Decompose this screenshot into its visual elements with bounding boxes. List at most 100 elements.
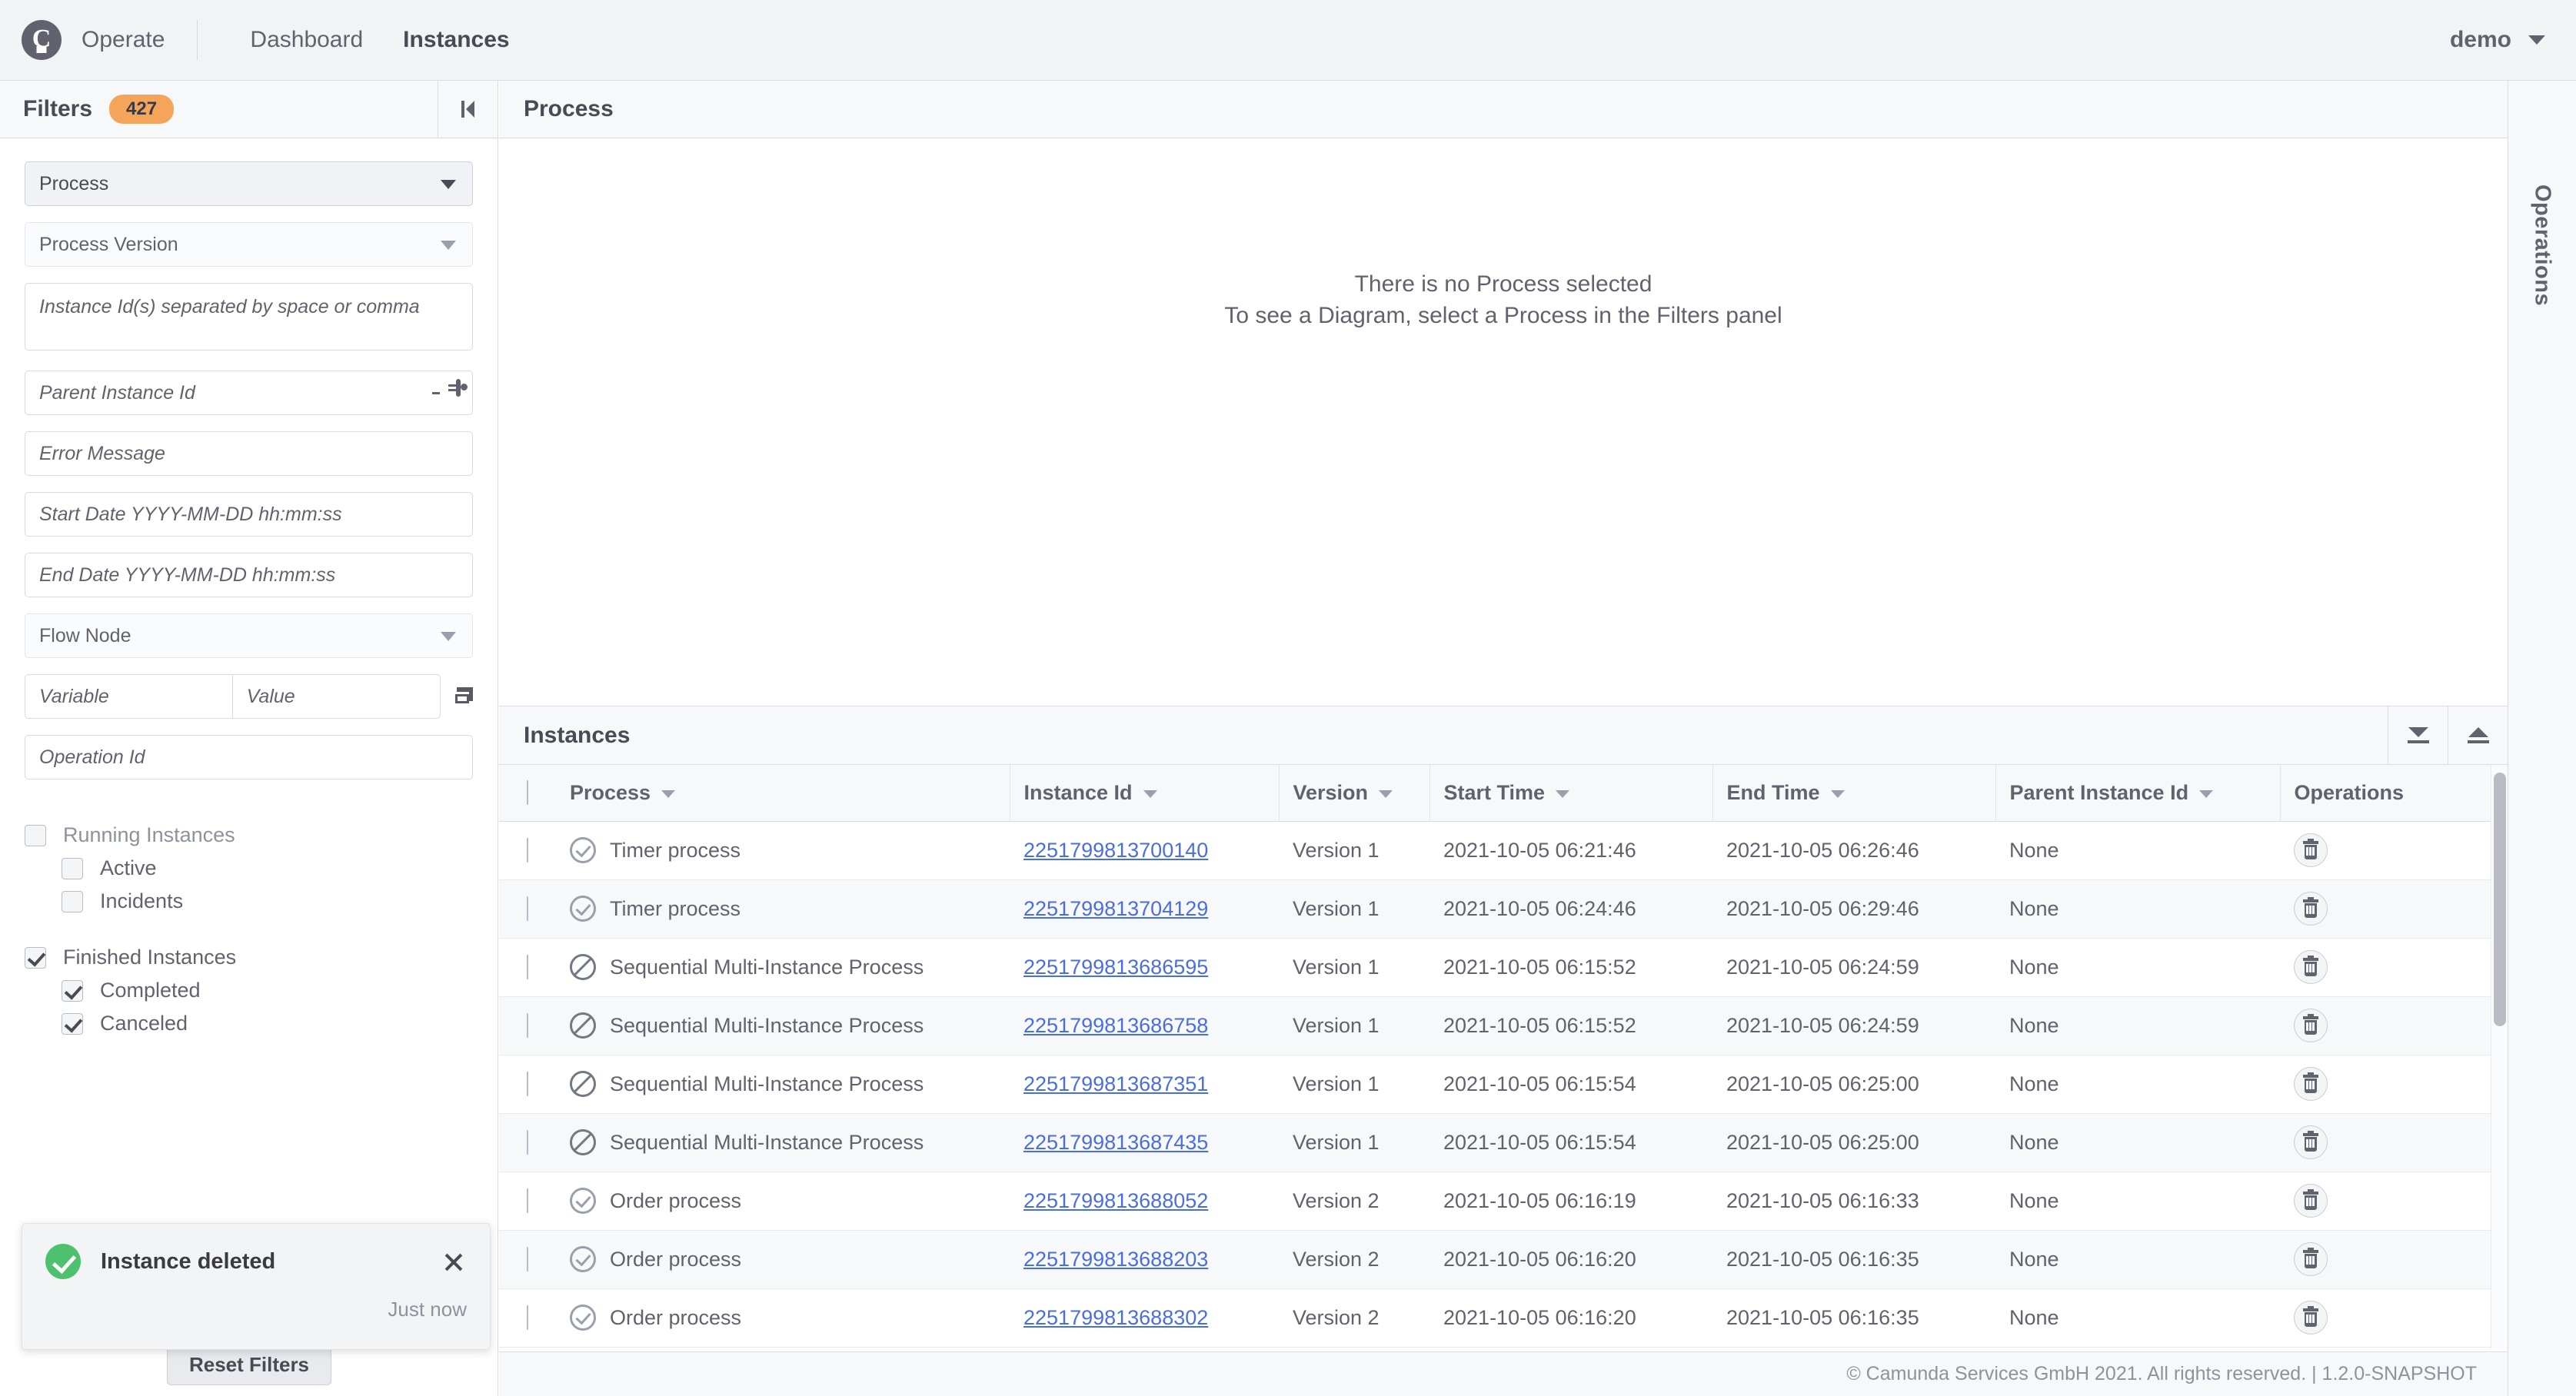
delete-instance-button[interactable] [2294, 1125, 2328, 1159]
instance-id-link[interactable]: 2251799813688302 [1023, 1306, 1208, 1329]
instance-id-link[interactable]: 2251799813704129 [1023, 897, 1208, 920]
error-message-input[interactable] [25, 431, 473, 476]
column-header-parent-instance-id[interactable]: Parent Instance Id [1995, 765, 2280, 821]
checkbox-finished-instances[interactable]: Finished Instances [25, 946, 473, 969]
table-row[interactable]: Order process2251799813688302Version 220… [499, 1288, 2491, 1347]
checkbox-box[interactable] [25, 947, 46, 969]
column-header-process[interactable]: Process [556, 765, 1010, 821]
row-checkbox[interactable] [527, 1247, 528, 1271]
instance-id-link[interactable]: 2251799813687351 [1023, 1072, 1208, 1095]
checkbox-box[interactable] [62, 1013, 83, 1035]
checkbox-box[interactable] [25, 825, 46, 846]
row-select-cell [499, 821, 556, 879]
delete-instance-button[interactable] [2294, 892, 2328, 926]
table-row[interactable]: Sequential Multi-Instance Process2251799… [499, 996, 2491, 1055]
instance-id-link[interactable]: 2251799813686595 [1023, 956, 1208, 979]
instance-id-link[interactable]: 2251799813688203 [1023, 1248, 1208, 1271]
process-name: Order process [610, 1189, 741, 1213]
select-all-checkbox[interactable] [527, 780, 528, 805]
row-checkbox[interactable] [527, 1188, 528, 1213]
id-card-icon[interactable] [456, 381, 461, 395]
parent-instance-id-input[interactable] [25, 371, 473, 415]
close-icon[interactable] [441, 1248, 467, 1275]
row-checkbox[interactable] [527, 1305, 528, 1330]
row-checkbox[interactable] [527, 1130, 528, 1155]
checkbox-box[interactable] [62, 980, 83, 1002]
status-completed-icon [570, 896, 596, 922]
delete-instance-button[interactable] [2294, 950, 2328, 984]
checkbox-label: Canceled [100, 1012, 188, 1035]
table-row[interactable]: Sequential Multi-Instance Process2251799… [499, 1113, 2491, 1172]
user-menu[interactable]: demo [2450, 27, 2545, 53]
instance-ids-textarea[interactable] [25, 283, 473, 351]
table-row[interactable]: Order process2251799813688203Version 220… [499, 1230, 2491, 1288]
expand-down-button[interactable] [2388, 706, 2448, 765]
checkbox-canceled[interactable]: Canceled [62, 1012, 473, 1035]
checkbox-box[interactable] [62, 858, 83, 879]
table-scrollbar-thumb[interactable] [2494, 773, 2506, 1026]
variable-value-input[interactable] [233, 674, 441, 719]
row-checkbox[interactable] [527, 955, 528, 979]
delete-instance-button[interactable] [2294, 1184, 2328, 1218]
cell-version: Version 1 [1279, 1113, 1429, 1172]
instance-id-link[interactable]: 2251799813688052 [1023, 1189, 1208, 1212]
column-header-version[interactable]: Version [1279, 765, 1429, 821]
end-date-input[interactable] [25, 553, 473, 597]
delete-instance-button[interactable] [2294, 833, 2328, 867]
instance-id-link[interactable]: 2251799813686758 [1023, 1014, 1208, 1037]
row-checkbox[interactable] [527, 896, 528, 921]
cell-instance-id: 2251799813687351 [1010, 1055, 1279, 1113]
process-name: Sequential Multi-Instance Process [610, 956, 924, 979]
reset-filters-button[interactable]: Reset Filters [167, 1344, 331, 1385]
process-name: Timer process [610, 897, 741, 921]
start-date-input[interactable] [25, 492, 473, 537]
table-row[interactable]: Timer process2251799813704129Version 120… [499, 879, 2491, 938]
column-header-instance-id[interactable]: Instance Id [1010, 765, 1279, 821]
row-select-cell [499, 1113, 556, 1172]
delete-instance-button[interactable] [2294, 1067, 2328, 1101]
row-checkbox[interactable] [527, 1013, 528, 1038]
checkbox-running-instances[interactable]: Running Instances [25, 823, 473, 847]
cell-parent-instance-id: None [1995, 1230, 2280, 1288]
cell-parent-instance-id: None [1995, 938, 2280, 996]
column-header-start-time[interactable]: Start Time [1429, 765, 1712, 821]
nav-link-dashboard[interactable]: Dashboard [230, 27, 383, 53]
column-header-end-time[interactable]: End Time [1712, 765, 1995, 821]
instance-id-link[interactable]: 2251799813700140 [1023, 839, 1208, 862]
trash-icon [2303, 958, 2318, 976]
cell-end-time: 2021-10-05 06:16:33 [1712, 1172, 1995, 1230]
delete-instance-button[interactable] [2294, 1301, 2328, 1335]
instances-table: Process Instance Id Version Start Time [499, 765, 2491, 1348]
collapse-up-button[interactable] [2448, 706, 2508, 765]
operations-panel-rail[interactable]: Operations [2508, 81, 2576, 1396]
checkbox-box[interactable] [62, 891, 83, 912]
collapse-filters-button[interactable] [438, 81, 498, 138]
table-row[interactable]: Sequential Multi-Instance Process2251799… [499, 1055, 2491, 1113]
sort-chevron-icon [1143, 790, 1157, 798]
cell-version: Version 2 [1279, 1230, 1429, 1288]
status-completed-icon [570, 837, 596, 863]
checkbox-incidents[interactable]: Incidents [62, 889, 473, 913]
instances-table-wrap[interactable]: Process Instance Id Version Start Time [499, 765, 2508, 1349]
filters-header: Filters 427 [0, 81, 498, 138]
table-scrollbar[interactable] [2491, 765, 2508, 1349]
instance-id-link[interactable]: 2251799813687435 [1023, 1131, 1208, 1154]
delete-instance-button[interactable] [2294, 1009, 2328, 1042]
nav-link-instances[interactable]: Instances [383, 27, 529, 53]
table-row[interactable]: Order process2251799813688052Version 220… [499, 1172, 2491, 1230]
process-version-select[interactable]: Process Version [25, 222, 473, 267]
delete-instance-button[interactable] [2294, 1242, 2328, 1276]
row-checkbox[interactable] [527, 1072, 528, 1096]
checkbox-completed[interactable]: Completed [62, 979, 473, 1002]
table-row[interactable]: Timer process2251799813700140Version 120… [499, 821, 2491, 879]
collapse-left-icon [461, 101, 474, 118]
flow-node-select[interactable]: Flow Node [25, 613, 473, 658]
table-row[interactable]: Sequential Multi-Instance Process 2251799… [499, 938, 2491, 996]
checkbox-active[interactable]: Active [62, 856, 473, 880]
variable-name-input[interactable] [25, 674, 233, 719]
copy-icon[interactable] [453, 687, 473, 706]
process-select[interactable]: Process [25, 161, 473, 206]
column-label: Start Time [1444, 781, 1546, 804]
row-checkbox[interactable] [527, 838, 528, 863]
operation-id-input[interactable] [25, 735, 473, 779]
